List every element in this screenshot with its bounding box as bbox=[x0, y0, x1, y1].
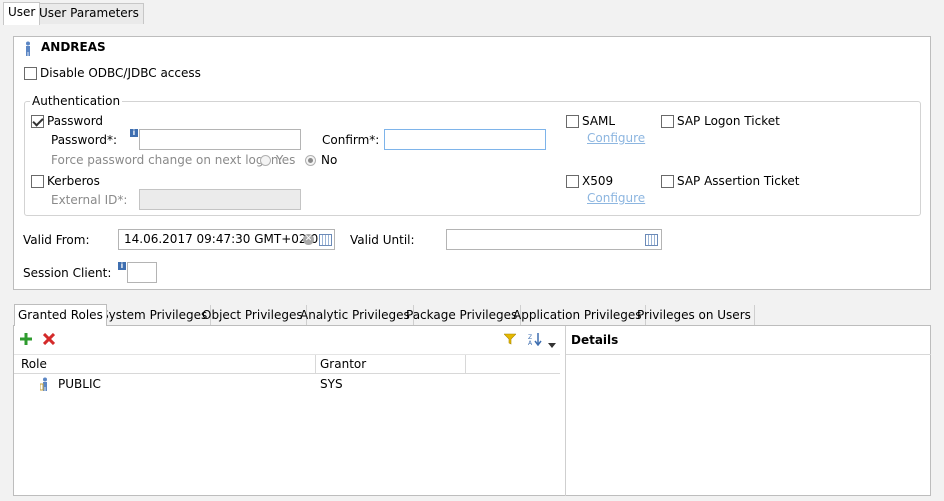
column-divider bbox=[465, 355, 466, 374]
authentication-group-label: Authentication bbox=[30, 94, 123, 108]
confirm-label: Confirm*: bbox=[322, 133, 380, 147]
user-name: ANDREAS bbox=[41, 40, 106, 54]
tab-user-parameters[interactable]: User Parameters bbox=[34, 3, 144, 24]
view-menu-icon[interactable] bbox=[548, 337, 556, 348]
password-field-label: Password*: bbox=[51, 133, 118, 147]
column-divider bbox=[315, 355, 316, 374]
disable-odbc-checkbox[interactable] bbox=[24, 67, 37, 80]
password-checkbox[interactable] bbox=[31, 115, 44, 128]
tab-package-privileges[interactable]: Package Privileges bbox=[403, 305, 522, 325]
filter-icon[interactable] bbox=[503, 333, 517, 345]
password-input[interactable] bbox=[139, 129, 301, 150]
session-client-input[interactable] bbox=[127, 262, 157, 283]
tab-system-privileges[interactable]: System Privileges bbox=[98, 305, 212, 325]
force-change-no-label: No bbox=[321, 153, 338, 167]
user-icon bbox=[24, 41, 32, 57]
details-divider bbox=[566, 354, 931, 355]
column-header-grantor[interactable]: Grantor bbox=[320, 357, 366, 371]
role-name: PUBLIC bbox=[58, 377, 101, 391]
tab-privileges-on-users[interactable]: Privileges on Users bbox=[634, 305, 755, 325]
sap-logon-ticket-checkbox[interactable] bbox=[661, 115, 674, 128]
info-icon: i bbox=[130, 129, 138, 137]
sort-icon[interactable]: ZA bbox=[528, 332, 542, 347]
roles-table-header bbox=[14, 354, 560, 374]
tab-object-privileges[interactable]: Object Privileges bbox=[199, 305, 307, 325]
valid-from-value: 14.06.2017 09:47:30 GMT+02:00 bbox=[124, 232, 326, 246]
sap-assertion-ticket-checkbox[interactable] bbox=[661, 175, 674, 188]
tab-user[interactable]: User bbox=[3, 2, 41, 25]
column-header-role[interactable]: Role bbox=[21, 357, 47, 371]
password-label: Password bbox=[47, 114, 104, 128]
x509-checkbox[interactable] bbox=[566, 175, 579, 188]
force-change-yes-label: Yes bbox=[276, 153, 296, 167]
calendar-icon[interactable] bbox=[319, 234, 332, 246]
add-icon[interactable] bbox=[20, 333, 32, 345]
force-change-label: Force password change on next logon: bbox=[51, 153, 283, 167]
sap-logon-ticket-label: SAP Logon Ticket bbox=[677, 114, 780, 128]
role-grantor: SYS bbox=[320, 377, 343, 391]
external-id-input[interactable] bbox=[139, 189, 301, 210]
details-title: Details bbox=[571, 333, 619, 347]
confirm-input[interactable] bbox=[384, 129, 546, 150]
session-client-label: Session Client: bbox=[23, 266, 112, 280]
role-icon bbox=[39, 377, 50, 392]
tab-granted-roles[interactable]: Granted Roles bbox=[14, 304, 107, 326]
svg-text:A: A bbox=[528, 340, 533, 346]
calendar-icon[interactable] bbox=[645, 234, 658, 246]
force-change-no-radio[interactable] bbox=[305, 155, 316, 166]
saml-label: SAML bbox=[582, 114, 616, 128]
saml-configure-link[interactable]: Configure bbox=[587, 131, 645, 145]
tab-application-privileges[interactable]: Application Privileges bbox=[510, 305, 646, 325]
external-id-label: External ID*: bbox=[51, 193, 128, 207]
valid-until-label: Valid Until: bbox=[350, 233, 415, 247]
kerberos-checkbox[interactable] bbox=[31, 175, 44, 188]
kerberos-label: Kerberos bbox=[47, 174, 100, 188]
saml-checkbox[interactable] bbox=[566, 115, 579, 128]
remove-icon[interactable] bbox=[42, 332, 56, 346]
x509-label: X509 bbox=[582, 174, 614, 188]
details-pane bbox=[565, 326, 931, 496]
info-icon: i bbox=[118, 262, 126, 270]
disable-odbc-label: Disable ODBC/JDBC access bbox=[40, 66, 201, 80]
sap-assertion-ticket-label: SAP Assertion Ticket bbox=[677, 174, 800, 188]
clear-date-icon[interactable]: ✕ bbox=[303, 234, 314, 245]
valid-from-label: Valid From: bbox=[23, 233, 90, 247]
x509-configure-link[interactable]: Configure bbox=[587, 191, 645, 205]
valid-until-input[interactable] bbox=[446, 229, 662, 250]
force-change-yes-radio[interactable] bbox=[260, 155, 271, 166]
tab-analytic-privileges[interactable]: Analytic Privileges bbox=[297, 305, 414, 325]
